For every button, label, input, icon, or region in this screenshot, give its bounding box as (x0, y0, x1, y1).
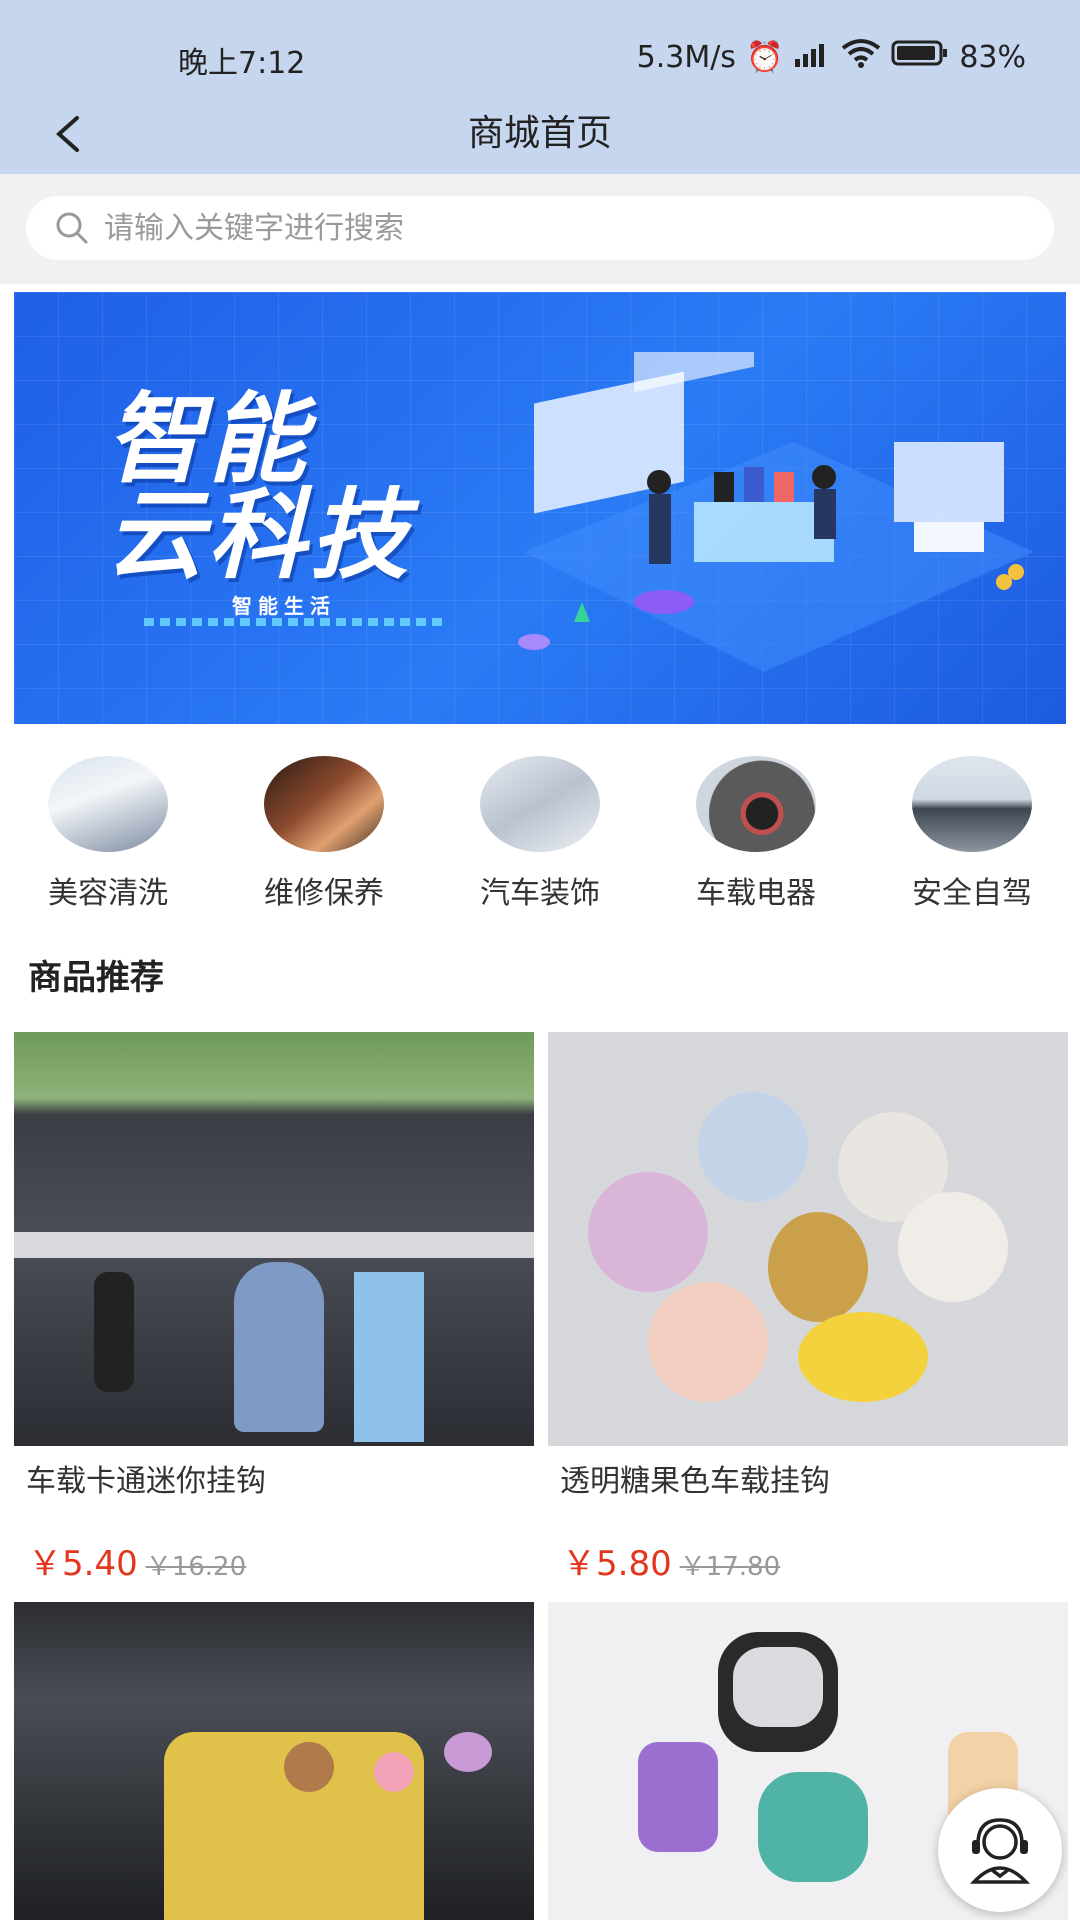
category-label: 美容清洗 (48, 876, 168, 911)
product-image-detail (94, 1272, 134, 1392)
product-image (548, 1032, 1068, 1446)
category-label: 车载电器 (696, 876, 816, 911)
category-image (480, 756, 600, 852)
product-image (14, 1032, 534, 1446)
alarm-icon: ⏰ (745, 39, 784, 75)
banner-illustration (518, 352, 1034, 672)
category-item[interactable]: 车载电器 (656, 748, 856, 912)
product-price: ￥5.80 (562, 1544, 672, 1584)
product-image-detail (444, 1732, 492, 1772)
category-item[interactable]: 美容清洗 (8, 748, 208, 912)
battery-icon (891, 39, 949, 75)
category-image (48, 756, 168, 852)
category-label: 安全自驾 (912, 876, 1032, 911)
category-item[interactable]: 汽车装饰 (440, 748, 640, 912)
product-image-detail (374, 1752, 414, 1792)
promo-banner[interactable]: 智能 云科技 智能生活 (14, 292, 1066, 724)
product-image-detail (898, 1192, 1008, 1302)
product-image-detail (768, 1212, 868, 1322)
battery-level: 83% (959, 39, 1026, 75)
search-box[interactable] (26, 196, 1054, 260)
section-title: 商品推荐 (28, 958, 164, 998)
product-image-detail (758, 1772, 868, 1882)
product-price-row: ￥5.40 ￥16.20 (28, 1536, 534, 1585)
product-price: ￥5.40 (28, 1544, 138, 1584)
product-card[interactable]: 透明糖果色车载挂钩 ￥5.80 ￥17.80 (548, 1032, 1068, 1585)
product-image-detail (648, 1282, 768, 1402)
status-indicators: 5.3M/s ⏰ 83% (637, 38, 1026, 76)
customer-service-button[interactable] (938, 1788, 1062, 1912)
banner-subtitle: 智能生活 (232, 594, 336, 618)
product-card[interactable] (14, 1602, 534, 1920)
product-image-detail (14, 1232, 534, 1258)
wifi-icon (841, 38, 881, 76)
category-image (696, 756, 816, 852)
product-image-detail (354, 1272, 424, 1442)
product-image (14, 1602, 534, 1920)
banner-title-line2: 云科技 (106, 479, 413, 593)
network-speed: 5.3M/s (636, 39, 736, 75)
category-label: 汽车装饰 (480, 876, 600, 911)
category-image (264, 756, 384, 852)
product-card[interactable]: 车载卡通迷你挂钩 ￥5.40 ￥16.20 (14, 1032, 534, 1585)
product-name: 车载卡通迷你挂钩 (26, 1464, 266, 1499)
product-image-detail (588, 1172, 708, 1292)
status-time: 晚上7:12 (178, 46, 306, 81)
product-old-price: ￥16.20 (145, 1552, 247, 1582)
product-old-price: ￥17.80 (679, 1552, 781, 1582)
product-image-detail (733, 1647, 823, 1727)
category-image (912, 756, 1032, 852)
category-label: 维修保养 (264, 876, 384, 911)
signal-icon (793, 40, 831, 75)
banner-stripe (144, 618, 444, 626)
headset-icon (969, 1818, 1031, 1884)
product-image-detail (698, 1092, 808, 1202)
banner-title-line1: 智能 (106, 383, 311, 497)
product-image-detail (284, 1742, 334, 1792)
product-price-row: ￥5.80 ￥17.80 (562, 1536, 1068, 1585)
product-image-detail (798, 1312, 928, 1402)
search-input[interactable] (102, 209, 1006, 247)
banner-title: 智能 云科技 (106, 383, 413, 593)
page-title: 商城首页 (467, 113, 612, 154)
category-item[interactable]: 维修保养 (224, 748, 424, 912)
product-name: 透明糖果色车载挂钩 (560, 1464, 830, 1499)
product-image-detail (234, 1262, 324, 1432)
search-icon (52, 208, 92, 248)
category-row: 美容清洗 维修保养 汽车装饰 车载电器 安全自驾 (0, 748, 1080, 911)
search-bar (0, 174, 1080, 284)
product-image-detail (638, 1742, 718, 1852)
title-bar: 商城首页 (0, 92, 1080, 174)
category-item[interactable]: 安全自驾 (872, 748, 1072, 912)
